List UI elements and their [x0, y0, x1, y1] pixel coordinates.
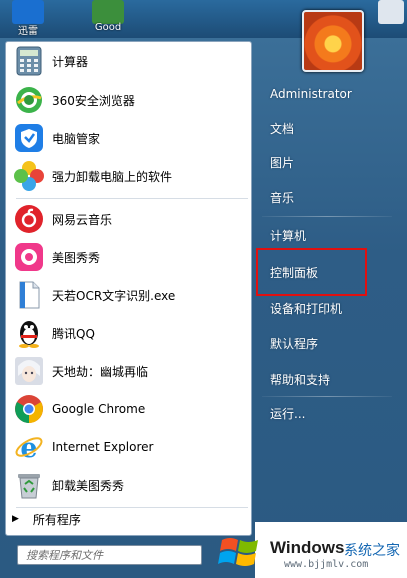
internet-explorer-icon: e — [13, 431, 45, 463]
document-icon — [378, 0, 404, 24]
program-item-internet-explorer[interactable]: e Internet Explorer — [8, 429, 248, 465]
meitu-icon — [13, 241, 45, 273]
desktop-icon-good[interactable]: Good — [88, 0, 128, 36]
desktop-icon-partial[interactable] — [376, 0, 406, 36]
program-item-uninstaller[interactable]: 强力卸载电脑上的软件 — [8, 158, 248, 194]
right-item-documents[interactable]: 文档 — [262, 115, 397, 143]
right-separator — [262, 216, 392, 217]
program-item-uninstall-meitu[interactable]: 卸载美图秀秀 — [8, 467, 248, 503]
ocr-file-icon — [13, 279, 45, 311]
program-item-tiandijie[interactable]: 天地劫：幽城再临 — [8, 353, 248, 389]
qq-penguin-icon — [13, 317, 45, 349]
program-item-calculator[interactable]: 计算器 — [8, 43, 248, 79]
program-item-qq[interactable]: 腾讯QQ — [8, 315, 248, 351]
program-item-chrome[interactable]: Google Chrome — [8, 391, 248, 427]
windows-logo-icon — [218, 532, 262, 572]
pinned-separator — [16, 198, 248, 199]
programs-pane: 计算器 360安全浏览器 电脑管家 强力卸载电脑上的软件 网易云音乐 美图秀秀 … — [5, 41, 252, 536]
program-label: 腾讯QQ — [52, 326, 95, 341]
program-label: Internet Explorer — [52, 440, 154, 454]
watermark-brand-cn: 系统之家 — [344, 543, 400, 559]
calculator-icon — [13, 45, 45, 77]
right-separator — [262, 396, 392, 397]
program-item-ocr[interactable]: 天若OCR文字识别.exe — [8, 277, 248, 313]
game-avatar-icon — [13, 355, 45, 387]
program-item-pc-manager[interactable]: 电脑管家 — [8, 120, 248, 156]
right-item-pictures[interactable]: 图片 — [262, 149, 397, 177]
chrome-icon — [13, 393, 45, 425]
program-label: 天若OCR文字识别.exe — [52, 288, 176, 303]
good-app-icon — [92, 0, 124, 24]
desktop-icon-xunlei[interactable]: 迅雷 — [8, 0, 48, 37]
program-item-meitu[interactable]: 美图秀秀 — [8, 239, 248, 275]
program-label: 电脑管家 — [52, 131, 101, 146]
right-item-run[interactable]: 运行... — [262, 400, 397, 428]
program-label: 计算器 — [52, 54, 89, 69]
recycle-bin-icon — [13, 469, 45, 501]
right-item-computer[interactable]: 计算机 — [262, 222, 397, 250]
watermark-brand: Windows — [270, 538, 345, 557]
all-programs-button[interactable]: ▶ 所有程序 — [8, 508, 244, 530]
right-item-default-programs[interactable]: 默认程序 — [262, 330, 397, 358]
desktop-icon-label: Good — [94, 22, 122, 33]
all-programs-label: 所有程序 — [32, 512, 81, 527]
desktop-icon-label: 迅雷 — [18, 26, 38, 37]
svg-text:e: e — [20, 433, 37, 462]
program-label: 网易云音乐 — [52, 212, 113, 227]
right-item-devices-printers[interactable]: 设备和打印机 — [262, 295, 397, 323]
user-picture[interactable] — [302, 10, 364, 72]
360-browser-icon — [13, 84, 45, 116]
triangle-right-icon: ▶ — [12, 514, 19, 524]
right-item-help-support[interactable]: 帮助和支持 — [262, 366, 397, 394]
program-label: 强力卸载电脑上的软件 — [52, 169, 173, 184]
program-label: 天地劫：幽城再临 — [52, 364, 149, 379]
program-label: 卸载美图秀秀 — [52, 478, 125, 493]
pc-manager-shield-icon — [13, 122, 45, 154]
uninstall-pinwheel-icon — [13, 160, 45, 192]
right-item-music[interactable]: 音乐 — [262, 184, 397, 212]
watermark-url: www.bjjmlv.com — [284, 559, 369, 570]
netease-music-icon — [13, 203, 45, 235]
program-label: 美图秀秀 — [52, 250, 101, 265]
program-item-360-browser[interactable]: 360安全浏览器 — [8, 82, 248, 118]
right-item-user[interactable]: Administrator — [262, 80, 397, 108]
program-label: Google Chrome — [52, 402, 146, 416]
search-input[interactable]: 搜索程序和文件 — [17, 545, 202, 565]
control-panel-highlight — [256, 248, 367, 296]
xunlei-icon — [12, 0, 44, 24]
program-item-netease-music[interactable]: 网易云音乐 — [8, 201, 248, 237]
program-label: 360安全浏览器 — [52, 93, 135, 108]
